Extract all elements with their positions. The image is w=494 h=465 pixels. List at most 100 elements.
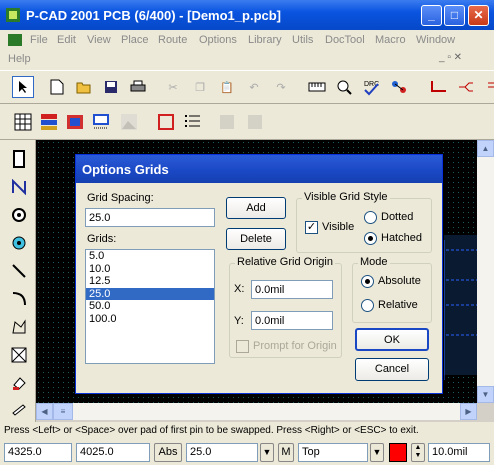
- maximize-button[interactable]: □: [444, 5, 465, 26]
- new-file-icon[interactable]: [46, 76, 68, 98]
- menu-macro[interactable]: Macro: [375, 34, 406, 46]
- dotted-radio[interactable]: [364, 211, 377, 224]
- place-via-icon[interactable]: [8, 232, 30, 254]
- absolute-radio[interactable]: [361, 275, 374, 288]
- place-component-icon[interactable]: [8, 148, 30, 170]
- spreadsheet-icon[interactable]: [12, 111, 34, 133]
- scroll-left-icon[interactable]: ◀: [36, 403, 53, 420]
- more-tools-icon[interactable]: [480, 76, 494, 98]
- board-outline-icon[interactable]: [155, 111, 177, 133]
- horizontal-scrollbar[interactable]: ◀ ≡ ▶: [36, 403, 477, 420]
- place-pad-icon[interactable]: [8, 204, 30, 226]
- cut-icon[interactable]: ✂: [162, 76, 184, 98]
- x-origin-input[interactable]: [251, 280, 333, 299]
- list-item[interactable]: 5.0: [86, 250, 214, 263]
- doc-icon: [8, 34, 22, 46]
- list-item[interactable]: 50.0: [86, 300, 214, 313]
- menu-route[interactable]: Route: [158, 34, 187, 46]
- vertical-scrollbar[interactable]: ▲ ▼: [477, 140, 494, 403]
- redo-icon[interactable]: ↷: [270, 76, 292, 98]
- menu-view[interactable]: View: [87, 34, 111, 46]
- print-icon[interactable]: [127, 76, 149, 98]
- relative-label: Relative: [378, 299, 418, 311]
- dotted-label: Dotted: [381, 211, 414, 223]
- list-item[interactable]: 12.5: [86, 275, 214, 288]
- scroll-thumb[interactable]: ≡: [53, 403, 73, 420]
- netlist-icon[interactable]: [388, 76, 410, 98]
- y-origin-input[interactable]: [251, 311, 333, 330]
- scroll-right-icon[interactable]: ▶: [460, 403, 477, 420]
- route-manual-icon[interactable]: [8, 176, 30, 198]
- abs-button[interactable]: Abs: [154, 443, 182, 462]
- grid-dropdown-icon[interactable]: ▼: [260, 443, 274, 462]
- menu-options[interactable]: Options: [199, 34, 237, 46]
- zoom-icon[interactable]: [333, 76, 355, 98]
- menu-utils[interactable]: Utils: [292, 34, 313, 46]
- undo-icon[interactable]: ↶: [243, 76, 265, 98]
- dialog-title: Options Grids: [76, 155, 442, 183]
- menu-file[interactable]: File: [30, 34, 48, 46]
- drc-icon[interactable]: DRC: [360, 76, 382, 98]
- report-icon[interactable]: [216, 111, 238, 133]
- list-item[interactable]: 100.0: [86, 313, 214, 326]
- menu-doctool[interactable]: DocTool: [325, 34, 365, 46]
- copy-icon[interactable]: ❐: [189, 76, 211, 98]
- place-arc-icon[interactable]: [8, 288, 30, 310]
- report2-icon[interactable]: [244, 111, 266, 133]
- grids-label: Grids:: [87, 233, 117, 245]
- picture-icon[interactable]: [118, 111, 140, 133]
- menu-window[interactable]: Window: [416, 34, 455, 46]
- visible-checkbox[interactable]: ✓: [305, 221, 318, 234]
- route-icon[interactable]: [428, 76, 450, 98]
- grids-list[interactable]: 5.0 10.0 12.5 25.0 50.0 100.0: [85, 249, 215, 364]
- place-text-icon[interactable]: [8, 398, 30, 420]
- mdi-controls[interactable]: _ ▫ ✕: [439, 52, 462, 63]
- delete-button[interactable]: Delete: [226, 228, 286, 250]
- status-bar: 4325.0 4025.0 Abs 25.0 ▼ M Top ▼ ▲ ▼ 10.0…: [0, 440, 494, 465]
- layers-icon[interactable]: [38, 111, 60, 133]
- minimize-button[interactable]: _: [421, 5, 442, 26]
- status-message: Press <Left> or <Space> over pad of firs…: [0, 422, 494, 440]
- place-line-icon[interactable]: [8, 260, 30, 282]
- autoroute-icon[interactable]: [455, 76, 477, 98]
- component-icon[interactable]: [90, 111, 112, 133]
- fill-icon[interactable]: [8, 372, 30, 394]
- relative-radio[interactable]: [361, 299, 374, 312]
- width-spinner-icon[interactable]: ▲ ▼: [411, 443, 425, 462]
- list-icon[interactable]: [182, 111, 204, 133]
- menu-edit[interactable]: Edit: [57, 34, 76, 46]
- ruler-icon[interactable]: [306, 76, 328, 98]
- list-item-selected[interactable]: 25.0: [86, 287, 214, 300]
- m-button[interactable]: M: [278, 443, 294, 462]
- menu-help[interactable]: Help: [8, 53, 31, 65]
- place-polygon-icon[interactable]: [8, 316, 30, 338]
- ok-button[interactable]: OK: [355, 328, 429, 351]
- cancel-button[interactable]: Cancel: [355, 358, 429, 381]
- line-width-field[interactable]: 10.0mil: [428, 443, 490, 462]
- layer-select[interactable]: Top: [298, 443, 368, 462]
- prompt-origin-checkbox[interactable]: [236, 340, 249, 353]
- pads-icon[interactable]: [64, 111, 86, 133]
- add-button[interactable]: Add: [226, 197, 286, 219]
- menu-place[interactable]: Place: [121, 34, 149, 46]
- save-icon[interactable]: [100, 76, 122, 98]
- grid-spacing-input[interactable]: [85, 208, 215, 227]
- list-item[interactable]: 10.0: [86, 263, 214, 276]
- hatched-radio[interactable]: [364, 232, 377, 245]
- scroll-down-icon[interactable]: ▼: [477, 386, 494, 403]
- layer-dropdown-icon[interactable]: ▼: [370, 443, 384, 462]
- select-tool-icon[interactable]: [12, 76, 34, 98]
- layer-color-swatch[interactable]: [389, 443, 407, 462]
- window-title: P-CAD 2001 PCB (6/400) - [Demo1_p.pcb]: [26, 8, 282, 23]
- paste-icon[interactable]: 📋: [216, 76, 238, 98]
- x-coordinate-field[interactable]: 4325.0: [4, 443, 72, 462]
- options-grids-dialog: Options Grids Grid Spacing: Grids: 5.0 1…: [75, 154, 443, 394]
- scroll-up-icon[interactable]: ▲: [477, 140, 494, 157]
- close-button[interactable]: ✕: [468, 5, 489, 26]
- grid-select[interactable]: 25.0: [186, 443, 258, 462]
- y-coordinate-field[interactable]: 4025.0: [76, 443, 150, 462]
- menu-library[interactable]: Library: [248, 34, 282, 46]
- open-folder-icon[interactable]: [73, 76, 95, 98]
- title-bar: P-CAD 2001 PCB (6/400) - [Demo1_p.pcb] _…: [0, 0, 494, 30]
- place-keepout-icon[interactable]: [8, 344, 30, 366]
